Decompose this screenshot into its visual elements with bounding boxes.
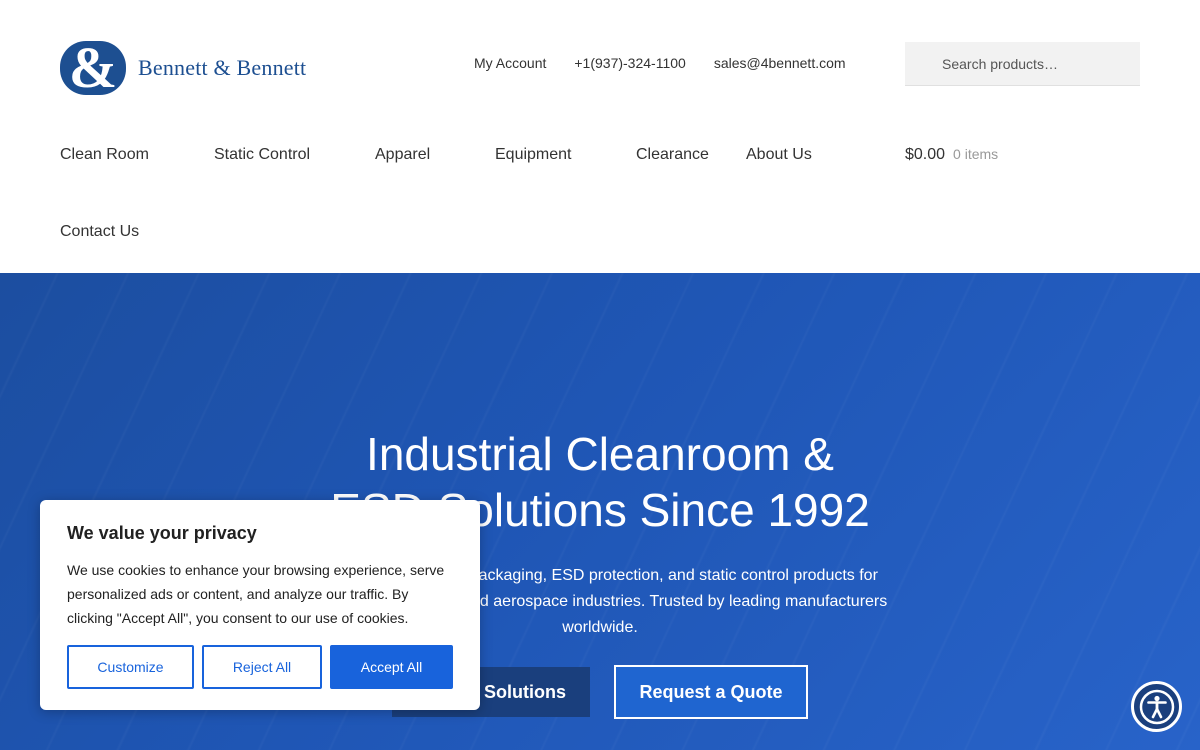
site-logo[interactable]: & Bennett & Bennett xyxy=(60,41,306,95)
cookie-body: We use cookies to enhance your browsing … xyxy=(67,562,445,626)
cookie-consent-banner: We value your privacy We use cookies to … xyxy=(40,500,480,710)
nav-item-static-control[interactable]: Static Control xyxy=(214,146,310,164)
accept-all-button[interactable]: Accept All xyxy=(330,645,453,689)
cookie-title: We value your privacy xyxy=(67,523,257,543)
nav-item-equipment[interactable]: Equipment xyxy=(495,146,572,164)
nav-item-clearance[interactable]: Clearance xyxy=(636,146,709,164)
nav-item-clean-room[interactable]: Clean Room xyxy=(60,146,149,164)
search-input[interactable] xyxy=(905,42,1140,86)
cart-count: 0 items xyxy=(953,146,999,162)
request-quote-button[interactable]: Request a Quote xyxy=(614,665,808,719)
email-link[interactable]: sales@4bennett.com xyxy=(714,55,846,71)
cart-link[interactable]: $0.00 0 items xyxy=(905,146,998,164)
site-header: & Bennett & Bennett My Account +1(937)-3… xyxy=(0,0,1200,273)
customize-button[interactable]: Customize xyxy=(67,645,194,689)
accessibility-icon xyxy=(1139,689,1174,724)
logo-mark: & xyxy=(60,41,126,95)
cart-total: $0.00 xyxy=(905,146,946,163)
phone-link[interactable]: +1(937)-324-1100 xyxy=(574,55,685,71)
reject-all-button[interactable]: Reject All xyxy=(202,645,322,689)
accessibility-button[interactable] xyxy=(1131,681,1182,732)
nav-item-contact-us[interactable]: Contact Us xyxy=(60,223,139,241)
nav-item-apparel[interactable]: Apparel xyxy=(375,146,430,164)
my-account-link[interactable]: My Account xyxy=(474,55,546,71)
logo-text: Bennett & Bennett xyxy=(138,55,307,80)
top-links: My Account +1(937)-324-1100 sales@4benne… xyxy=(474,55,874,71)
nav-item-about-us[interactable]: About Us xyxy=(746,146,812,164)
